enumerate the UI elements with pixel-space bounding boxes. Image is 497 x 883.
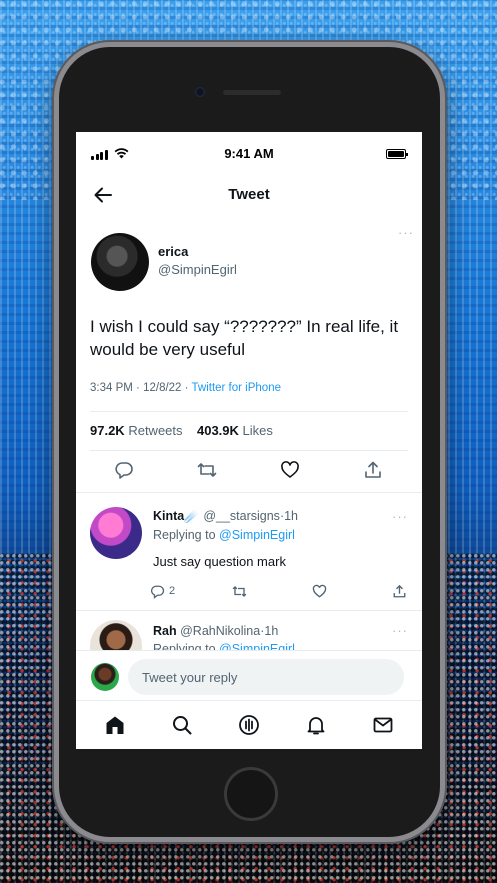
- reply-header: Kinta☄️ @__starsigns·1h: [153, 509, 299, 523]
- replying-to: Replying to @SimpinEgirl: [153, 528, 295, 542]
- divider: [90, 450, 408, 451]
- reply-like-button[interactable]: [312, 583, 327, 599]
- reply-icon: [151, 585, 165, 599]
- tweet-more-icon[interactable]: ···: [398, 226, 414, 239]
- current-user-avatar[interactable]: [91, 663, 119, 691]
- replying-to: Replying to @SimpinEgirl: [153, 642, 295, 650]
- reply-icon[interactable]: [114, 460, 134, 480]
- messages-icon[interactable]: [372, 714, 394, 736]
- retweets-stat[interactable]: 97.2K Retweets: [90, 423, 183, 438]
- front-camera: [195, 87, 205, 97]
- earpiece-speaker: [223, 90, 281, 95]
- reply-time: 1h: [284, 509, 299, 523]
- reply-name[interactable]: Kinta: [153, 509, 184, 523]
- reply-share-button[interactable]: [392, 583, 407, 599]
- reply-handle[interactable]: @__starsigns: [203, 509, 280, 523]
- retweet-icon[interactable]: [197, 460, 217, 480]
- share-icon: [393, 584, 406, 597]
- author-avatar[interactable]: [91, 233, 149, 291]
- reply-text: Just say question mark: [153, 554, 286, 569]
- reply-badge: ☄️: [184, 509, 200, 523]
- reply-compose-bar: Tweet your reply: [76, 650, 422, 700]
- reply-avatar[interactable]: [90, 507, 142, 559]
- phone-screen: 9:41 AM Tweet ··· erica @SimpinEgirl I w…: [76, 132, 422, 749]
- status-bar: 9:41 AM: [76, 132, 422, 172]
- reply-name[interactable]: Rah: [153, 624, 177, 638]
- tweet-date: 12/8/22: [143, 382, 182, 394]
- tweet-meta: 3:34 PM · 12/8/22 · Twitter for iPhone: [90, 382, 281, 394]
- author-handle[interactable]: @SimpinEgirl: [158, 262, 237, 277]
- tweet-actions: [76, 460, 422, 484]
- tweet-stats: 97.2K Retweets 403.9K Likes: [90, 423, 273, 438]
- meta-separator: ·: [136, 382, 140, 394]
- reply-item[interactable]: Rah @RahNikolina·1h ··· Replying to @Sim…: [76, 610, 422, 650]
- like-heart-icon: [312, 584, 327, 598]
- reply-more-icon[interactable]: ···: [392, 510, 408, 523]
- home-icon[interactable]: [104, 714, 126, 736]
- home-button[interactable]: [224, 767, 278, 821]
- reply-input[interactable]: Tweet your reply: [128, 659, 404, 695]
- meta-separator: ·: [184, 382, 189, 394]
- battery-icon: [386, 149, 408, 159]
- reply-item[interactable]: Kinta☄️ @__starsigns·1h ··· Replying to …: [76, 492, 422, 610]
- spaces-icon[interactable]: [238, 714, 260, 736]
- share-icon[interactable]: [363, 460, 383, 480]
- retweet-icon: [232, 585, 247, 597]
- author-name[interactable]: erica: [158, 244, 188, 259]
- reply-reply-button[interactable]: 2: [150, 583, 175, 599]
- reply-time: 1h: [264, 624, 279, 638]
- bottom-tab-bar: [76, 700, 422, 749]
- reply-header: Rah @RahNikolina·1h: [153, 624, 279, 638]
- status-time: 9:41 AM: [224, 146, 274, 161]
- search-icon[interactable]: [171, 714, 193, 736]
- replying-to-link[interactable]: @SimpinEgirl: [219, 528, 295, 542]
- tweet-source-link[interactable]: Twitter for iPhone: [192, 382, 281, 394]
- divider: [90, 411, 408, 412]
- reply-actions: 2: [150, 583, 410, 601]
- tweet-time: 3:34 PM: [90, 382, 133, 394]
- page-title: Tweet: [228, 186, 270, 203]
- reply-handle[interactable]: @RahNikolina: [180, 624, 260, 638]
- replying-to-link[interactable]: @SimpinEgirl: [219, 642, 295, 650]
- reply-more-icon[interactable]: ···: [392, 624, 408, 637]
- tweet-text: I wish I could say “???????” In real lif…: [90, 317, 399, 359]
- reply-avatar[interactable]: [90, 620, 142, 650]
- like-heart-icon[interactable]: [280, 460, 300, 480]
- reply-retweet-button[interactable]: [232, 583, 247, 599]
- reply-count: 2: [169, 585, 176, 597]
- notifications-icon[interactable]: [305, 714, 327, 736]
- likes-stat[interactable]: 403.9K Likes: [197, 423, 273, 438]
- top-nav: Tweet: [76, 176, 422, 216]
